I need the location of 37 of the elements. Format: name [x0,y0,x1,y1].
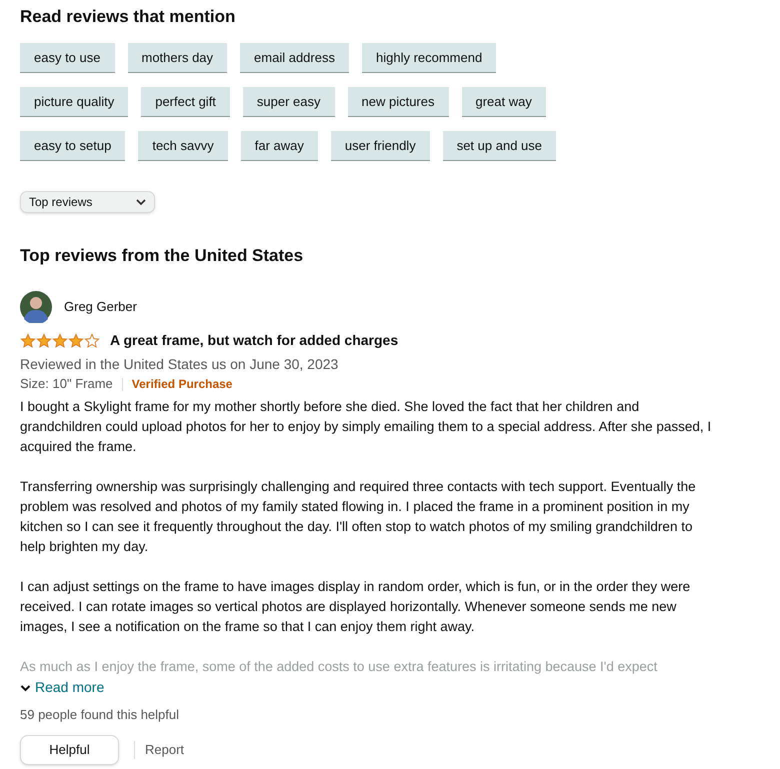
mention-tag[interactable]: far away [240,131,318,161]
mention-tag[interactable]: set up and use [442,131,556,161]
star-icon [20,332,36,348]
author-name: Greg Gerber [64,298,137,316]
mention-tag[interactable]: easy to use [20,43,114,73]
report-link[interactable]: Report [145,740,184,760]
mention-tag[interactable]: tech savvy [138,131,228,161]
review-paragraph: I can adjust settings on the frame to have images display in random order, which is fun, or in the order they were received. I can rotate images so vertical photos are displayed horizontally. Whenever someone sends me new images, I see a notification on the frame so that I can enjoy them right away. [20,578,692,636]
star-icon [68,332,84,348]
mention-tag[interactable]: email address [240,43,349,73]
review-date: Reviewed in the United States us on June 30, 2023 [20,355,340,374]
chevron-down-icon [136,198,146,206]
mention-tag[interactable]: super easy [242,87,335,117]
avatar-icon [20,291,52,323]
mention-tag[interactable]: highly recommend [362,43,496,73]
helpful-count: 59 people found this helpful [20,706,180,724]
section-title: Read reviews that mention [20,6,236,28]
review-paragraph: Transferring ownership was surprisingly challenging and required three contacts with tech support. Eventually the problem was resolved and photos of my family stated flowing in. I placed the frame in a prominent position in my kitchen so I can see it frequently throughout the day. I'll often stop to watch photos of my smiling grandchildren to help brighten my day. [20,478,697,556]
mention-tag[interactable]: user friendly [330,131,430,161]
mention-tag[interactable]: easy to setup [20,131,126,161]
mention-tag[interactable]: great way [462,87,546,117]
mention-tag[interactable]: mothers day [128,43,228,73]
section-title: Top reviews from the United States [20,245,304,267]
star-icon [36,332,52,348]
chevron-down-icon [20,684,31,692]
review-paragraph: I bought a Skylight frame for my mother shortly before she died. She loved the fact that her children and grandchildren could upload photos for her to enjoy by simply emailing them to a special address. After she passed, I acquired the frame. [20,398,712,456]
sort-dropdown[interactable]: Top reviews [20,191,155,213]
mention-tag[interactable]: perfect gift [141,87,230,117]
review-paragraph: As much as I enjoy the frame, some of the added costs to use extra features is irritating because I'd expect [20,658,658,676]
variant-label: Size: 10" Frame [20,375,113,393]
helpful-button[interactable]: Helpful [20,734,119,764]
read-more-link[interactable]: Read more [20,677,104,698]
mention-tag[interactable]: picture quality [20,87,128,117]
verified-label: Verified Purchase [132,376,232,393]
mention-tag[interactable]: new pictures [348,87,448,117]
review-title[interactable]: A great frame, but watch for added charges [110,330,398,351]
star-icon [52,332,68,348]
